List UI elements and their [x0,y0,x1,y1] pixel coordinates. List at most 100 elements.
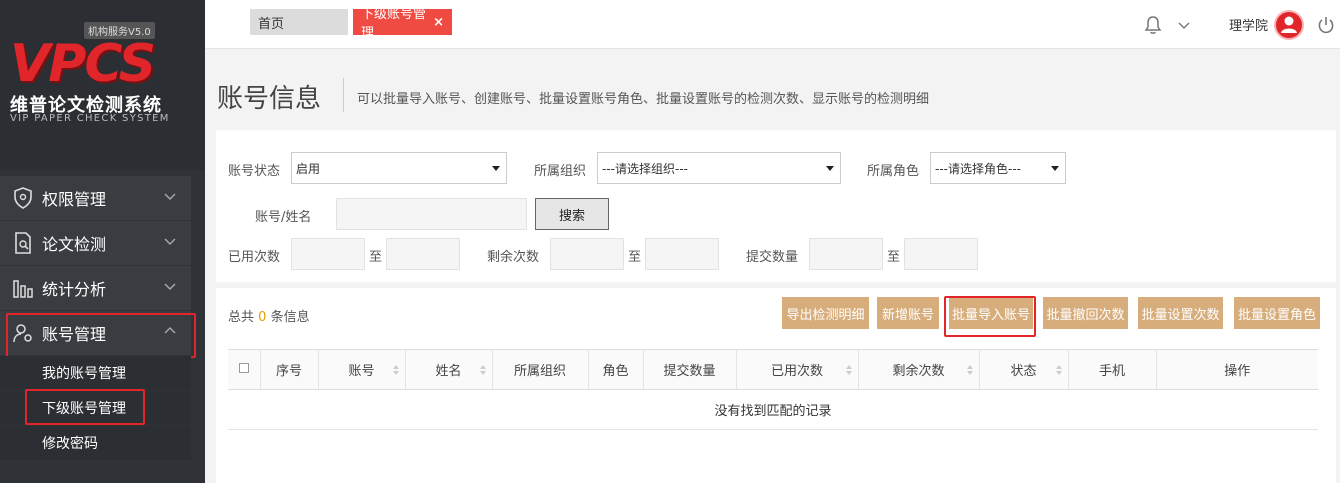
caret-down-icon [492,166,500,171]
avatar[interactable] [1274,9,1304,40]
column-header[interactable]: 提交数量 [643,349,737,390]
column-header[interactable]: 账号 [318,349,406,390]
topbar: 首页 下级账号管理 × 理学院 [205,0,1340,49]
column-header[interactable]: 手机 [1068,349,1157,390]
column-label: 操作 [1224,364,1251,379]
role-select-value: ---请选择角色--- [935,161,1021,176]
column-label: 状态 [1010,364,1037,379]
remaining-count-label: 剩余次数 [487,250,540,265]
column-label: 剩余次数 [892,364,945,379]
logo-brand: VPCS [10,34,156,94]
batch-revoke-button[interactable]: 批量撤回次数 [1043,297,1128,329]
checkbox[interactable] [238,363,249,373]
status-select-value: 启用 [296,161,321,176]
column-header: 操作 [1156,349,1318,390]
column-label: 提交数量 [663,364,716,379]
column-label: 已用次数 [770,364,823,379]
sidebar-item-statistics[interactable]: 统计分析 [0,266,191,310]
sidebar-item-paper-check[interactable]: 论文检测 [0,221,191,265]
highlight-box [25,389,145,425]
user-area: 理学院 [1143,0,1340,49]
logo-title-en: VIP PAPER CHECK SYSTEM [10,113,170,124]
column-label: 序号 [275,364,302,379]
column-label: 所属组织 [513,364,566,379]
select-all-header[interactable] [228,349,261,390]
chevron-down-icon[interactable] [1177,18,1191,32]
highlight-box [6,313,196,358]
username[interactable]: 理学院 [1229,15,1268,34]
shield-icon [12,187,34,209]
org-select[interactable]: ---请选择组织--- [597,152,841,184]
bar-chart-icon [12,277,34,299]
column-header[interactable]: 状态 [979,349,1069,390]
sidebar-subitem-my-account[interactable]: 我的账号管理 [0,356,191,390]
sidebar-subitem-change-password[interactable]: 修改密码 [0,426,191,460]
sort-icon [392,365,399,375]
remaining-count-max-input[interactable] [645,238,719,270]
tab-home[interactable]: 首页 [250,9,348,35]
status-label: 账号状态 [228,164,281,179]
tab-label: 首页 [258,16,285,32]
used-count-label: 已用次数 [228,250,281,265]
name-label: 账号/姓名 [255,210,312,225]
divider [343,78,344,112]
chevron-down-icon [164,238,176,245]
submitted-count-min-input[interactable] [809,238,883,270]
sidebar-subitem-label: 修改密码 [42,436,98,452]
search-button[interactable]: 搜索 [535,198,609,230]
chevron-down-icon [164,283,176,290]
batch-set-count-button[interactable]: 批量设置次数 [1138,297,1223,329]
add-account-button[interactable]: 新增账号 [877,297,939,329]
page-description: 可以批量导入账号、创建账号、批量设置账号角色、批量设置账号的检测次数、显示账号的… [357,92,930,107]
sidebar-item-permissions[interactable]: 权限管理 [0,176,191,220]
org-label: 所属组织 [534,164,587,179]
column-header[interactable]: 所属组织 [492,349,589,390]
range-to-label: 至 [887,250,901,265]
range-to-label: 至 [628,250,642,265]
bell-icon[interactable] [1143,15,1163,35]
sidebar-subitem-label: 我的账号管理 [42,366,126,382]
caret-down-icon [826,166,834,171]
total-count: 总共 0 条信息 [228,306,310,325]
total-suffix: 条信息 [270,310,310,325]
page-title: 账号信息 [217,84,322,114]
sort-icon [966,365,973,375]
sort-icon [1055,365,1062,375]
tab-sub-accounts[interactable]: 下级账号管理 × [353,7,452,41]
column-header[interactable]: 序号 [260,349,319,390]
column-label: 账号 [348,364,375,379]
column-header[interactable]: 角色 [588,349,644,390]
table-panel: 总共 0 条信息 导出检测明细 新增账号 批量导入账号 批量撤回次数 批量设置次… [216,288,1336,483]
total-prefix: 总共 [228,310,255,325]
table-header-row: 序号 账号 姓名 所属组织 角色 提交数量 已用次数 剩余次数 状态 手机 操作 [228,349,1318,390]
name-input[interactable] [336,198,527,230]
sidebar-item-label: 论文检测 [42,235,107,254]
used-count-min-input[interactable] [291,238,365,270]
used-count-max-input[interactable] [386,238,460,270]
column-header[interactable]: 已用次数 [736,349,859,390]
export-details-button[interactable]: 导出检测明细 [782,297,869,329]
total-number: 0 [258,310,267,325]
submitted-count-max-input[interactable] [904,238,978,270]
sort-icon [479,365,486,375]
table-row: 没有找到匹配的记录 [228,389,1318,430]
tab-label: 下级账号管理 [361,7,427,41]
column-label: 角色 [602,364,629,379]
sidebar-item-label: 权限管理 [42,190,107,209]
column-header[interactable]: 姓名 [405,349,493,390]
chevron-down-icon [164,193,176,200]
role-label: 所属角色 [867,164,920,179]
page-header: 账号信息 可以批量导入账号、创建账号、批量设置账号角色、批量设置账号的检测次数、… [205,50,1340,130]
org-select-value: ---请选择组织--- [602,161,688,176]
batch-set-role-button[interactable]: 批量设置角色 [1234,297,1320,329]
remaining-count-min-input[interactable] [550,238,624,270]
highlight-box [944,296,1036,337]
power-icon[interactable] [1316,15,1336,35]
role-select[interactable]: ---请选择角色--- [930,152,1066,184]
document-search-icon [12,232,34,254]
close-icon[interactable]: × [433,15,444,30]
caret-down-icon [1051,166,1059,171]
status-select[interactable]: 启用 [291,152,507,184]
column-header[interactable]: 剩余次数 [858,349,980,390]
submitted-count-label: 提交数量 [746,250,799,265]
